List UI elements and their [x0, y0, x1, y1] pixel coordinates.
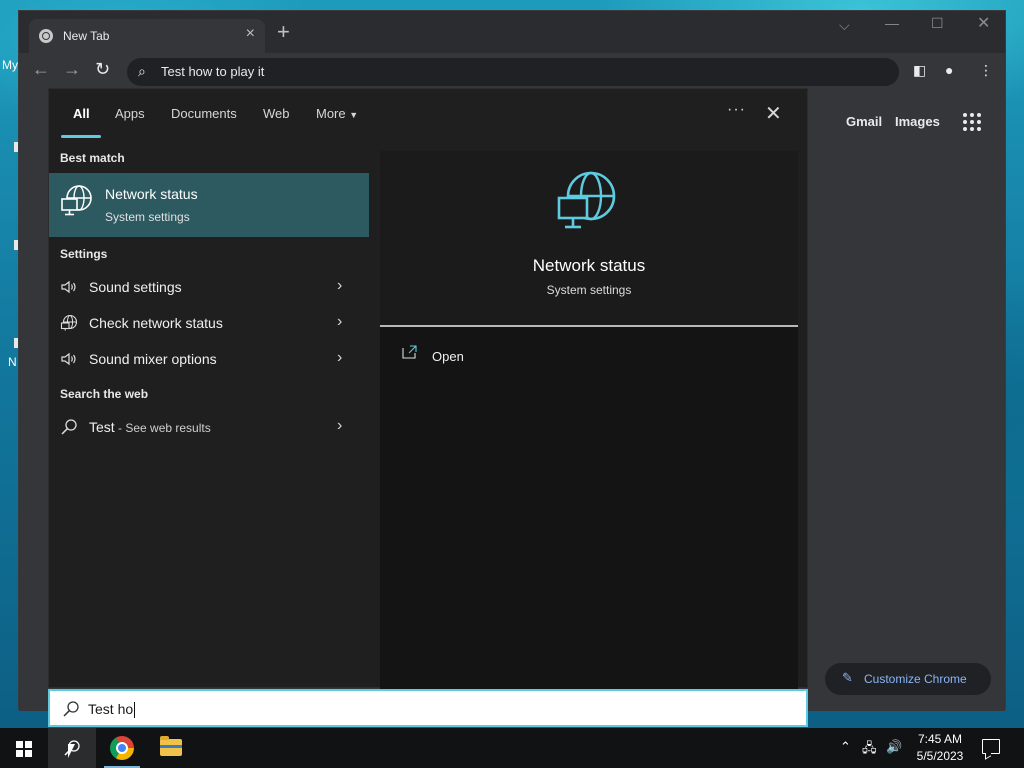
gmail-link[interactable]: Gmail: [846, 114, 882, 129]
volume-icon[interactable]: 🔊: [886, 739, 902, 755]
speaker-icon: [61, 280, 76, 294]
settings-heading: Settings: [60, 247, 108, 261]
open-label: Open: [432, 349, 464, 364]
best-match-heading: Best match: [60, 151, 125, 165]
best-match-title: Network status: [105, 186, 198, 202]
best-match-result[interactable]: Network status System settings: [49, 173, 369, 237]
result-check-network-status[interactable]: Check network status ›: [49, 306, 369, 340]
menu-icon[interactable]: ⋮: [979, 62, 993, 79]
search-icon: [63, 701, 79, 717]
network-globe-icon: [61, 185, 92, 216]
tab-more-label: More: [316, 106, 346, 121]
images-link[interactable]: Images: [895, 114, 940, 129]
more-options-icon[interactable]: ···: [727, 101, 746, 119]
chevron-right-icon[interactable]: ›: [337, 313, 342, 331]
search-filter-tabs: All Apps Documents Web More ▼ ··· ✕: [49, 89, 807, 141]
tab-apps[interactable]: Apps: [115, 106, 145, 121]
taskbar-chrome[interactable]: [98, 728, 146, 768]
tab-more[interactable]: More ▼: [316, 106, 358, 121]
clock[interactable]: 7:45 AM 5/5/2023: [910, 731, 970, 765]
maximize-button[interactable]: ☐: [931, 15, 944, 32]
web-result-label: Test - See web results: [89, 419, 211, 435]
search-web-heading: Search the web: [60, 387, 149, 401]
address-text[interactable]: Test how to play it: [161, 64, 264, 79]
network-globe-icon: [557, 171, 616, 229]
taskbar-file-explorer[interactable]: [148, 728, 196, 768]
caret-down-icon: ▼: [349, 110, 359, 120]
mouse-cursor-icon: [68, 744, 75, 758]
chevron-right-icon[interactable]: ›: [337, 349, 342, 367]
preview-header: Network status System settings: [380, 151, 798, 327]
result-label: Check network status: [89, 315, 223, 331]
best-match-subtitle: System settings: [105, 210, 190, 224]
back-button[interactable]: ←: [32, 59, 50, 80]
taskbar: ⌃ 🖧 🔊 7:45 AM 5/5/2023: [0, 728, 1024, 768]
chevron-right-icon[interactable]: ›: [337, 417, 342, 435]
start-button[interactable]: [0, 728, 48, 768]
web-result-term: Test: [89, 419, 115, 435]
desktop-icon-label[interactable]: My: [2, 58, 18, 72]
pencil-icon: ✎: [842, 670, 853, 685]
chevron-right-icon[interactable]: ›: [337, 277, 342, 295]
preview-subtitle: System settings: [546, 283, 632, 297]
result-label: Sound mixer options: [89, 351, 217, 367]
open-external-icon: [402, 345, 417, 359]
active-tab-indicator: [61, 135, 101, 138]
search-query-text: Test ho: [88, 701, 134, 717]
search-query[interactable]: Test ho: [88, 701, 136, 719]
clock-time: 7:45 AM: [917, 732, 963, 746]
search-icon: [61, 419, 77, 435]
forward-button[interactable]: →: [63, 59, 81, 80]
tab-all[interactable]: All: [73, 106, 90, 121]
notifications-icon[interactable]: [982, 739, 1000, 754]
text-caret: [134, 702, 136, 719]
google-apps-icon[interactable]: [963, 113, 981, 131]
tab-web[interactable]: Web: [263, 106, 290, 121]
result-sound-mixer-options[interactable]: Sound mixer options ›: [49, 342, 369, 376]
preview-pane: Network status System settings Open: [380, 151, 798, 689]
profile-icon[interactable]: ●: [945, 62, 953, 78]
show-hidden-icons-icon[interactable]: ⌃: [840, 739, 851, 755]
preview-title: Network status: [532, 256, 646, 275]
desktop-icon-label[interactable]: N: [8, 355, 17, 369]
web-result[interactable]: Test - See web results ›: [49, 410, 369, 444]
minimize-button[interactable]: —: [885, 15, 899, 31]
result-sound-settings[interactable]: Sound settings ›: [49, 270, 369, 304]
search-input[interactable]: Test ho: [48, 689, 808, 727]
tab-search-icon[interactable]: ⌵: [839, 17, 850, 34]
results-list: Best match Network status System setting…: [49, 141, 369, 689]
file-explorer-icon: [160, 736, 182, 756]
network-icon[interactable]: 🖧: [862, 739, 877, 761]
close-search-button[interactable]: ✕: [765, 101, 782, 126]
tab-strip: New Tab × + ⌵ — ☐ ✕: [19, 11, 1005, 53]
reload-button[interactable]: ↻: [95, 59, 110, 80]
toolbar: ← → ↻ ⌕ Test how to play it ◧ ● ⋮: [19, 53, 1005, 89]
chrome-icon: [110, 736, 134, 760]
customize-chrome-button[interactable]: ✎ Customize Chrome: [825, 663, 991, 695]
tab-title: New Tab: [63, 29, 110, 43]
search-icon: ⌕: [138, 63, 146, 79]
globe-icon: [60, 314, 78, 331]
result-label: Sound settings: [89, 279, 182, 295]
close-window-button[interactable]: ✕: [977, 13, 990, 33]
customize-label: Customize Chrome: [864, 672, 967, 686]
windows-logo-icon: [16, 741, 32, 757]
search-flyout: All Apps Documents Web More ▼ ··· ✕ Best…: [48, 88, 808, 689]
open-action[interactable]: Open: [402, 345, 602, 369]
browser-tab[interactable]: New Tab ×: [29, 19, 265, 53]
tab-documents[interactable]: Documents: [171, 106, 237, 121]
chrome-favicon-icon: [39, 29, 53, 43]
close-tab-icon[interactable]: ×: [246, 25, 255, 43]
clock-date: 5/5/2023: [916, 749, 964, 763]
web-result-suffix: - See web results: [114, 421, 211, 435]
speaker-icon: [61, 352, 76, 366]
new-tab-button[interactable]: +: [277, 21, 290, 43]
side-panel-icon[interactable]: ◧: [913, 62, 926, 79]
address-bar[interactable]: ⌕ Test how to play it: [127, 58, 899, 86]
